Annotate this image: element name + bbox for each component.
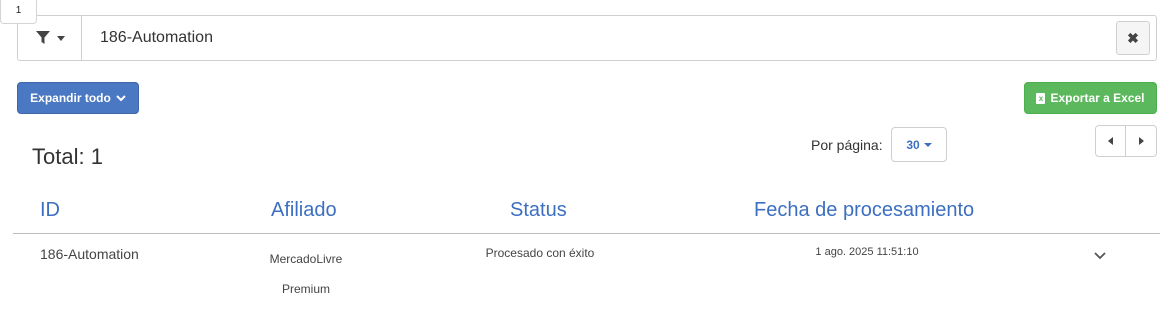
total-count: Total: 1 [32,144,103,169]
file-excel-icon: x [1036,92,1046,104]
row-status: Procesado con éxito [485,246,595,260]
caret-down-icon [923,142,932,147]
per-page-select[interactable]: 30 [891,127,947,162]
column-header-afiliado[interactable]: Afiliado [271,199,337,222]
row-afiliado-line2: Premium [281,282,330,296]
next-page-button[interactable] [1126,125,1157,157]
clear-filter-button[interactable]: ✖ [1116,21,1150,55]
close-icon: ✖ [1127,29,1139,46]
filter-bar: ✖ [17,15,1157,61]
tab-badge[interactable]: 1 [0,0,37,24]
expand-all-label: Expandir todo [30,91,111,105]
chevron-left-icon [1108,137,1113,145]
column-header-fecha[interactable]: Fecha de procesamiento [754,199,974,222]
row-afiliado-line1: MercadoLivre [269,252,343,266]
expand-all-button[interactable]: Expandir todo [17,82,139,114]
export-excel-label: Exportar a Excel [1050,91,1145,105]
chevron-right-icon [1138,137,1144,145]
column-header-id[interactable]: ID [40,199,60,222]
header-divider [13,233,1160,234]
row-id: 186-Automation [40,246,139,262]
previous-page-button[interactable] [1095,125,1126,157]
per-page-label: Por página: [811,137,883,153]
per-page-value: 30 [906,137,920,152]
chevron-down-icon [1094,252,1106,260]
export-excel-button[interactable]: x Exportar a Excel [1024,82,1157,114]
pager [1095,125,1157,157]
chevron-down-icon [116,91,126,105]
caret-down-icon [56,35,65,41]
row-expand-toggle[interactable] [1093,247,1107,265]
filter-input[interactable] [82,16,1116,60]
row-afiliado: MercadoLivre Premium [236,244,376,304]
column-header-status[interactable]: Status [510,199,567,222]
filter-icon [35,30,51,46]
row-fecha: 1 ago. 2025 11:51:10 [815,246,919,258]
